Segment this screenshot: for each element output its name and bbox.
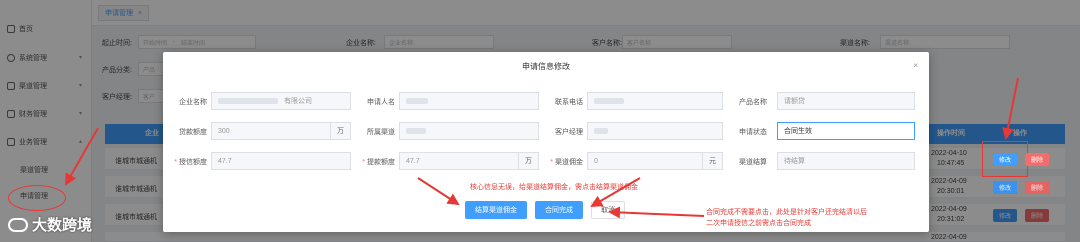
edit-button-highlighted[interactable]: 修改 xyxy=(993,181,1017,194)
annotation-arrows xyxy=(65,77,1019,219)
watermark-text: 大数跨境 xyxy=(32,217,93,234)
annotation-note-settle: 核心信息无误，给渠道结算佣金，需点击结算渠道佣金 xyxy=(470,184,638,191)
delete-button-highlighted[interactable]: 删除 xyxy=(1025,153,1049,166)
edit-button-highlighted[interactable]: 修改 xyxy=(993,153,1017,166)
watermark: 大数跨境 xyxy=(8,214,92,235)
delete-button-highlighted[interactable]: 删除 xyxy=(1025,181,1049,194)
annotation-note-complete-1: 合同完成不需要点击，此处是针对客户还完结清以后 xyxy=(706,209,867,216)
watermark-logo-icon xyxy=(8,217,28,232)
annotation-note-complete-2: 二次申请授信之前需点击合同完成 xyxy=(706,220,811,227)
